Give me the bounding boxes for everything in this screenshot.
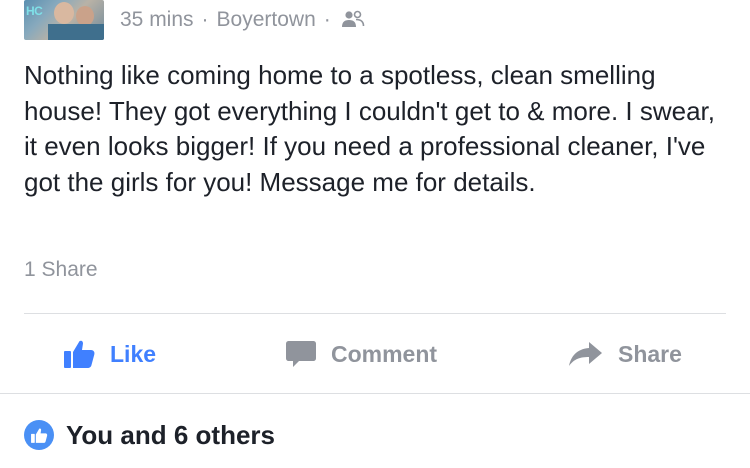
post-body-text: Nothing like coming home to a spotless, … bbox=[24, 60, 715, 197]
thumbs-up-icon bbox=[64, 340, 95, 368]
avatar[interactable]: HC bbox=[24, 0, 104, 40]
reactions-summary[interactable]: You and 6 others bbox=[24, 418, 275, 452]
post-location[interactable]: Boyertown bbox=[217, 8, 316, 32]
like-label: Like bbox=[110, 340, 157, 367]
comment-icon bbox=[286, 341, 316, 367]
avatar-text: HC bbox=[26, 4, 43, 18]
share-button[interactable]: Share bbox=[568, 330, 682, 378]
like-button[interactable]: Like bbox=[62, 330, 156, 378]
meta-separator: · bbox=[201, 8, 209, 31]
friends-icon[interactable] bbox=[341, 10, 365, 30]
divider bbox=[24, 313, 726, 314]
comment-label: Comment bbox=[331, 340, 438, 367]
divider bbox=[0, 393, 750, 394]
like-badge-icon bbox=[24, 420, 54, 450]
post-time[interactable]: 35 mins bbox=[120, 8, 194, 32]
post-meta: 35 mins · Boyertown · bbox=[120, 6, 365, 34]
action-bar: Like Comment Share bbox=[0, 330, 750, 378]
comment-button[interactable]: Comment bbox=[285, 330, 437, 378]
reactions-text: You and 6 others bbox=[66, 419, 275, 450]
post-card: HC 35 mins · Boyertown · Nothing like co… bbox=[0, 0, 750, 468]
share-count[interactable]: 1 Share bbox=[24, 258, 98, 282]
meta-separator-2: · bbox=[323, 8, 331, 31]
share-arrow-icon bbox=[569, 342, 602, 366]
share-label: Share bbox=[618, 340, 682, 367]
